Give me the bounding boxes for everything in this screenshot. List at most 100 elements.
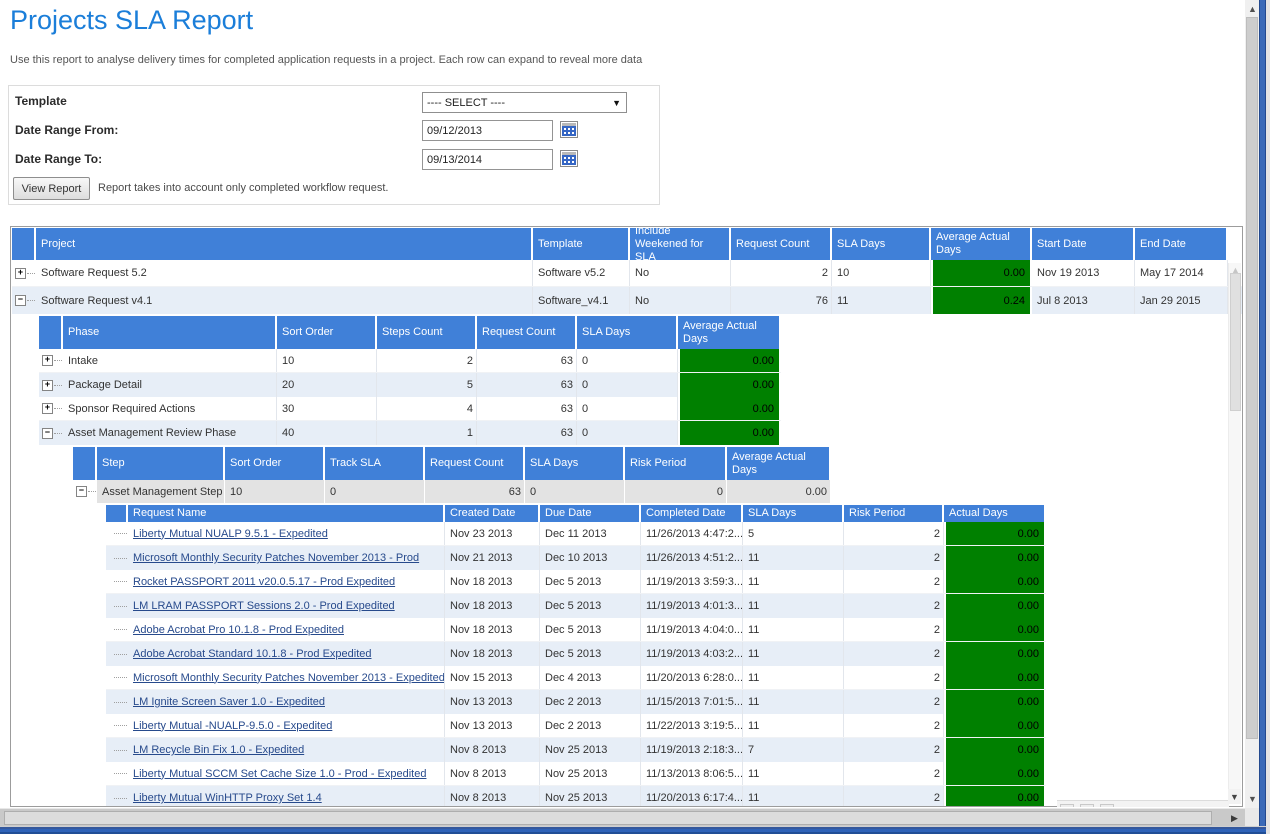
phase-name: Package Detail: [63, 373, 277, 397]
col-header-sla-days: SLA Days: [577, 316, 678, 349]
expander-column-header: [73, 447, 97, 480]
phases-header-row: Phase Sort Order Steps Count Request Cou…: [39, 316, 781, 349]
sla-days-value: 11: [743, 642, 844, 666]
request-link[interactable]: Liberty Mutual WinHTTP Proxy Set 1.4: [133, 792, 322, 804]
col-header-sort-order: Sort Order: [225, 447, 325, 480]
due-date-value: Dec 2 2013: [540, 714, 641, 737]
project-row: − Software Request v4.1 Software_v4.1 No…: [12, 287, 1242, 314]
date-to-input[interactable]: 09/13/2014: [422, 149, 553, 170]
request-link[interactable]: Liberty Mutual -NUALP-9.5.0 - Expedited: [133, 720, 332, 732]
collapse-icon[interactable]: −: [76, 486, 87, 497]
request-count-value: 63: [477, 397, 577, 420]
scrollbar-corner: [1245, 808, 1259, 826]
due-date-value: Nov 25 2013: [540, 738, 641, 762]
created-date-value: Nov 18 2013: [445, 594, 540, 618]
phase-row: + Package Detail 20 5 63 0 0.00: [39, 373, 781, 397]
col-header-sla-days: SLA Days: [743, 505, 844, 522]
sort-order-value: 20: [277, 373, 377, 397]
col-header-sla-days: SLA Days: [832, 228, 931, 260]
collapse-icon[interactable]: −: [42, 428, 53, 439]
risk-period-value: 2: [844, 738, 944, 762]
horizontal-scrollbar-thumb[interactable]: [4, 811, 1212, 825]
actual-days-badge: 0.00: [944, 714, 1046, 737]
col-header-step: Step: [97, 447, 225, 480]
scroll-down-icon[interactable]: ▼: [1248, 794, 1257, 804]
request-link[interactable]: Microsoft Monthly Security Patches Novem…: [133, 552, 419, 564]
include-weekend-value: No: [630, 287, 731, 314]
page-scrollbar-thumb[interactable]: [1246, 17, 1258, 739]
grid-vertical-scrollbar[interactable]: ▲: [1228, 263, 1241, 790]
phase-name: Asset Management Review Phase: [63, 421, 277, 445]
scroll-up-icon[interactable]: ▲: [1248, 4, 1257, 14]
expand-icon[interactable]: +: [15, 268, 26, 279]
request-link[interactable]: LM LRAM PASSPORT Sessions 2.0 - Prod Exp…: [133, 600, 395, 612]
request-row: Rocket PASSPORT 2011 v20.0.5.17 - Prod E…: [106, 570, 1046, 594]
request-link[interactable]: Liberty Mutual NUALP 9.5.1 - Expedited: [133, 528, 328, 540]
phases-table: Phase Sort Order Steps Count Request Cou…: [39, 316, 781, 445]
template-label: Template: [15, 94, 67, 108]
request-link[interactable]: Rocket PASSPORT 2011 v20.0.5.17 - Prod E…: [133, 576, 395, 588]
tree-connector: [114, 606, 127, 607]
avg-actual-days-badge: 0.00: [678, 421, 781, 445]
expand-icon[interactable]: +: [42, 355, 53, 366]
col-header-include-weekend: Include Weekened for SLA: [630, 228, 731, 260]
page-horizontal-scrollbar[interactable]: ▶: [0, 808, 1245, 826]
request-link[interactable]: LM Ignite Screen Saver 1.0 - Expedited: [133, 696, 325, 708]
completed-date-value: 11/15/2013 7:01:5...: [641, 690, 743, 714]
risk-period-value: 0: [625, 480, 727, 503]
tree-connector: [27, 273, 36, 274]
tree-connector: [27, 300, 36, 301]
expand-icon[interactable]: +: [42, 380, 53, 391]
col-header-request-name: Request Name: [128, 505, 445, 522]
sla-days-value: 10: [832, 260, 931, 286]
grid-scrollbar-thumb[interactable]: [1230, 273, 1241, 411]
expand-icon[interactable]: +: [42, 403, 53, 414]
steps-count-value: 4: [377, 397, 477, 420]
col-header-risk-period: Risk Period: [625, 447, 727, 480]
completed-date-value: 11/19/2013 3:59:3...: [641, 570, 743, 593]
col-header-request-count: Request Count: [731, 228, 832, 260]
tree-connector: [54, 360, 63, 361]
col-header-avg-actual-days: Average Actual Days: [931, 228, 1032, 260]
created-date-value: Nov 8 2013: [445, 738, 540, 762]
risk-period-value: 2: [844, 642, 944, 666]
phase-name: Intake: [63, 349, 277, 372]
start-date-value: Nov 19 2013: [1032, 260, 1135, 286]
collapse-icon[interactable]: −: [15, 295, 26, 306]
risk-period-value: 2: [844, 522, 944, 545]
col-header-request-count: Request Count: [477, 316, 577, 349]
sort-order-value: 30: [277, 397, 377, 420]
col-header-created-date: Created Date: [445, 505, 540, 522]
date-from-input[interactable]: 09/12/2013: [422, 120, 553, 141]
report-note: Report takes into account only completed…: [98, 182, 388, 194]
due-date-value: Dec 2 2013: [540, 690, 641, 714]
request-link[interactable]: LM Recycle Bin Fix 1.0 - Expedited: [133, 744, 304, 756]
request-count-value: 63: [425, 480, 525, 503]
completed-date-value: 11/26/2013 4:51:2...: [641, 546, 743, 570]
risk-period-value: 2: [844, 714, 944, 737]
view-report-button[interactable]: View Report: [13, 177, 90, 200]
page-description: Use this report to analyse delivery time…: [10, 54, 642, 66]
tree-connector: [114, 773, 127, 774]
phase-row: − Asset Management Review Phase 40 1 63 …: [39, 421, 781, 445]
grid-scroll-down-button[interactable]: ▼: [1228, 789, 1241, 804]
request-link[interactable]: Adobe Acrobat Standard 10.1.8 - Prod Exp…: [133, 648, 372, 660]
request-link[interactable]: Microsoft Monthly Security Patches Novem…: [133, 672, 445, 684]
start-date-value: Jul 8 2013: [1032, 287, 1135, 314]
sla-days-value: 11: [743, 546, 844, 570]
request-link[interactable]: Liberty Mutual SCCM Set Cache Size 1.0 -…: [133, 768, 426, 780]
requests-header-row: Request Name Created Date Due Date Compl…: [106, 505, 1046, 522]
scroll-right-icon[interactable]: ▶: [1231, 813, 1238, 824]
tree-connector: [114, 581, 127, 582]
calendar-icon[interactable]: [560, 150, 578, 167]
request-link[interactable]: Adobe Acrobat Pro 10.1.8 - Prod Expedite…: [133, 624, 344, 636]
calendar-icon[interactable]: [560, 121, 578, 138]
expander-column-header: [106, 505, 128, 522]
end-date-value: May 17 2014: [1135, 260, 1228, 286]
date-from-label: Date Range From:: [15, 123, 118, 137]
projects-table: Project Template Include Weekened for SL…: [12, 228, 1242, 314]
template-select[interactable]: ---- SELECT ---- ▼: [422, 92, 627, 113]
created-date-value: Nov 18 2013: [445, 642, 540, 666]
page-vertical-scrollbar[interactable]: ▲ ▼: [1245, 0, 1259, 808]
risk-period-value: 2: [844, 570, 944, 593]
